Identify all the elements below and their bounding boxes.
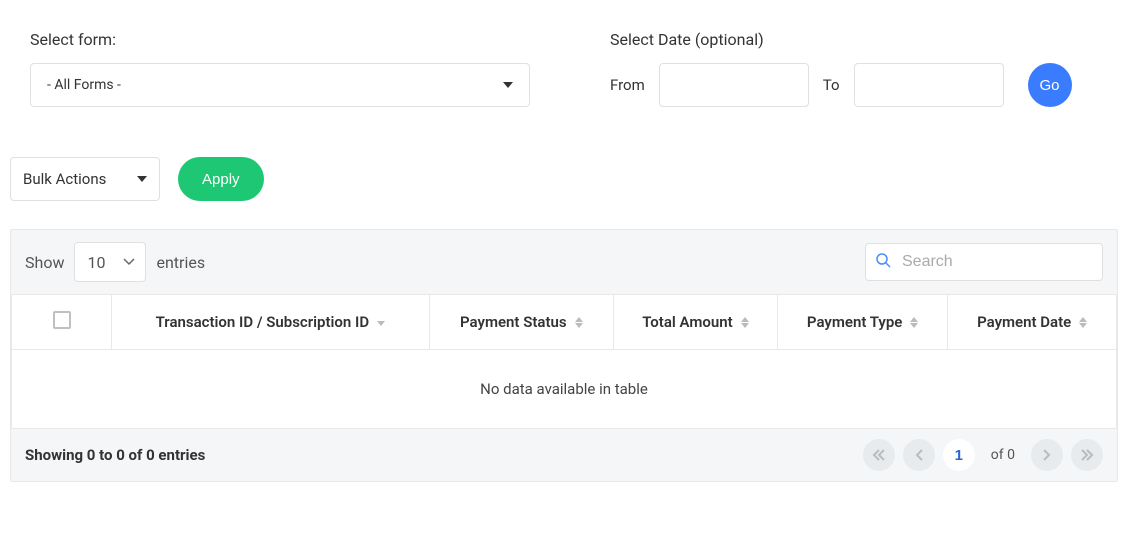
search-wrapper [865,243,1103,281]
select-form-group: Select form: - All Forms - [30,30,530,107]
next-page-button[interactable] [1031,439,1063,471]
select-date-label: Select Date (optional) [610,30,1072,49]
bulk-actions-dropdown[interactable]: Bulk Actions [10,157,160,201]
last-page-button[interactable] [1071,439,1103,471]
column-checkbox [12,295,112,350]
show-entries: Show 10 entries [25,242,205,282]
select-form-label: Select form: [30,30,530,49]
first-page-button[interactable] [863,439,895,471]
column-payment-status[interactable]: Payment Status [429,295,613,350]
apply-button[interactable]: Apply [178,157,264,201]
search-icon [875,252,891,272]
sort-icon [1079,317,1087,328]
search-input[interactable] [865,243,1103,281]
page-of-text: of 0 [991,447,1015,463]
from-date-input[interactable] [659,63,809,107]
to-date-input[interactable] [854,63,1004,107]
sort-icon [741,317,749,328]
show-label: Show [25,253,64,272]
sort-icon [910,317,918,328]
select-form-value: - All Forms - [47,77,121,93]
select-all-checkbox[interactable] [53,311,71,329]
current-page-button[interactable]: 1 [943,439,975,471]
column-total-amount[interactable]: Total Amount [613,295,777,350]
no-data-cell: No data available in table [12,350,1117,429]
footer-info: Showing 0 to 0 of 0 entries [25,446,205,464]
table-row: No data available in table [12,350,1117,429]
caret-down-icon [137,176,147,182]
pagination: 1 of 0 [863,439,1103,471]
to-label: To [823,76,840,94]
prev-page-button[interactable] [903,439,935,471]
entries-value: 10 [87,253,105,272]
column-payment-date[interactable]: Payment Date [948,295,1117,350]
sort-desc-icon [377,313,385,331]
from-label: From [610,76,645,94]
select-form-dropdown[interactable]: - All Forms - [30,63,530,107]
select-date-group: Select Date (optional) From To Go [610,30,1072,107]
entries-label: entries [156,253,205,272]
column-transaction-id[interactable]: Transaction ID / Subscription ID [112,295,430,350]
sort-icon [575,317,583,328]
table-wrapper: Show 10 entries Tr [10,229,1118,482]
entries-select[interactable]: 10 [74,242,146,282]
data-table: Transaction ID / Subscription ID Payment… [11,294,1117,429]
column-payment-type[interactable]: Payment Type [777,295,947,350]
caret-down-icon [503,82,513,88]
go-button[interactable]: Go [1028,63,1072,107]
bulk-actions-label: Bulk Actions [23,170,106,188]
chevron-down-icon [123,258,135,266]
